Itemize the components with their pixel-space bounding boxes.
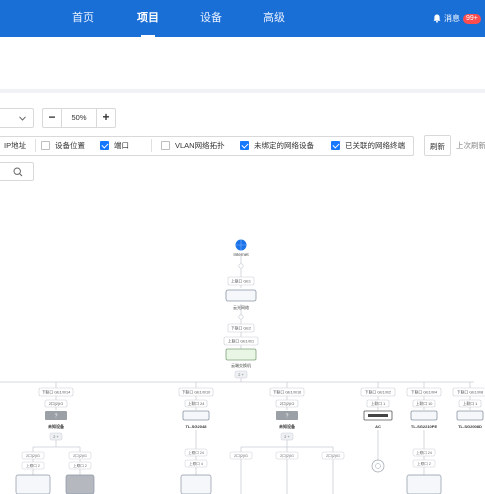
branch-down-port: 下联口 GE1/0/4 bbox=[411, 390, 437, 395]
core-switch-node[interactable]: 上联口 GE1/0/1 云端交换机 2 + bbox=[223, 336, 259, 379]
unbound-devices-checkbox[interactable] bbox=[240, 141, 249, 150]
sub-port-label: 上联口 24 bbox=[416, 450, 432, 455]
associated-terminals-checkbox[interactable] bbox=[331, 141, 340, 150]
message-count-badge: 99+ bbox=[463, 13, 481, 24]
search-input[interactable] bbox=[0, 162, 34, 181]
gateway-up-port: 上联口 GE1 bbox=[231, 279, 251, 284]
router-icon bbox=[225, 289, 257, 302]
branch-label: AC bbox=[375, 424, 381, 429]
device-position-label: 设备位置 bbox=[55, 141, 85, 150]
nav-project[interactable]: 项目 bbox=[137, 0, 159, 37]
question-mark-icon: ? bbox=[286, 414, 289, 420]
sub-port-label: 上联口 2 bbox=[26, 463, 40, 468]
gateway-down-port: 下联口 GE2 bbox=[231, 326, 251, 331]
branch-up-port: 上联口 24 bbox=[188, 401, 205, 406]
switch-icon bbox=[410, 410, 438, 421]
sub-port-label: 上联口 2 bbox=[417, 461, 431, 466]
divider bbox=[35, 139, 36, 152]
branch-label: TL-SG2048 bbox=[186, 424, 208, 429]
switch-icon bbox=[225, 348, 257, 361]
branch-up-port: 2口(2)IG bbox=[49, 402, 64, 406]
branch-down-port: 下联口 GE1/0/14 bbox=[42, 390, 71, 395]
search-icon bbox=[13, 167, 23, 177]
nav-device[interactable]: 设备 bbox=[200, 0, 222, 37]
switch-icon bbox=[182, 410, 210, 421]
sub-port-label: 2口(2)IG bbox=[234, 454, 248, 458]
sub-port-label: 2口(2)IG bbox=[326, 454, 340, 458]
nav-advanced[interactable]: 高级 bbox=[263, 0, 285, 37]
link-port-dot bbox=[238, 314, 244, 320]
branch-up-port: 上联口 10 bbox=[416, 401, 433, 406]
sub-port-label: 2口(2)IG bbox=[26, 454, 40, 458]
internet-label: Internet bbox=[233, 252, 249, 257]
switch-icon[interactable] bbox=[65, 474, 95, 494]
message-label: 消息 bbox=[444, 14, 460, 23]
branch-up-port: 上联口 1 bbox=[371, 401, 386, 406]
section-divider bbox=[0, 89, 485, 93]
branch-node[interactable]: 下联口 GE1/0/14 2口(2)IG? 未知设备 2 + bbox=[38, 387, 74, 441]
branch-down-port: 下联口 GE1/0/2 bbox=[365, 390, 391, 395]
branch-down-port: 下联口 GE1/0/16 bbox=[273, 390, 302, 395]
branch-node[interactable]: 下联口 GE1/0/8 上联口 1 TL-SG2008D bbox=[452, 387, 485, 429]
sub-port-label: 上联口 2 bbox=[73, 463, 87, 468]
branch-down-port: 下联口 GE1/0/10 bbox=[182, 390, 211, 395]
switch-icon[interactable] bbox=[406, 474, 442, 494]
internet-node[interactable]: Internet bbox=[233, 239, 249, 258]
question-mark-icon: ? bbox=[55, 414, 58, 420]
refresh-button[interactable]: 刷新 bbox=[424, 135, 451, 156]
sub-port-label: 上联口 24 bbox=[188, 450, 204, 455]
zoom-control: − 50% + bbox=[42, 108, 116, 128]
top-navigation-bar: 首页 项目 设备 高级 消息 99+ bbox=[0, 0, 485, 37]
core-label: 云端交换机 bbox=[231, 362, 251, 368]
sub-port-label: 上联口 4 bbox=[189, 461, 203, 466]
port-label: 端口 bbox=[114, 141, 129, 150]
branch-badge: 2 + bbox=[284, 435, 290, 439]
device-position-checkbox[interactable] bbox=[41, 141, 50, 150]
unbound-devices-label: 未绑定的网络设备 bbox=[254, 141, 314, 150]
chevron-down-icon bbox=[19, 116, 26, 121]
branch-label: 未知设备 bbox=[278, 423, 296, 429]
zoom-in-button[interactable]: + bbox=[96, 109, 115, 127]
branch-up-port: 2口(2)IG bbox=[280, 402, 295, 406]
branch-label: TL-SG2008D bbox=[458, 424, 482, 429]
switch-icon[interactable] bbox=[15, 474, 51, 494]
zoom-level: 50% bbox=[71, 113, 87, 122]
branch-badge: 2 + bbox=[53, 435, 59, 439]
vlan-topology-label: VLAN网络拓扑 bbox=[175, 141, 225, 150]
branch-nodes: 下联口 GE1/0/14 2口(2)IG? 未知设备 2 + 下联口 GE1/0/10 上… bbox=[38, 387, 485, 441]
zoom-out-button[interactable]: − bbox=[43, 109, 62, 127]
view-select[interactable] bbox=[0, 108, 34, 128]
branch-label: TL-SG2210PE bbox=[411, 424, 438, 429]
divider bbox=[151, 139, 152, 152]
branch-node[interactable]: 下联口 GE1/0/16 2口(2)IG? 未知设备 2 + bbox=[269, 387, 305, 441]
bell-icon bbox=[433, 14, 441, 23]
refresh-label: 刷新 bbox=[430, 142, 445, 151]
last-refresh-label: 上次刷新 bbox=[456, 141, 485, 150]
sub-port-label: 2口(2)IG bbox=[73, 454, 87, 458]
message-center[interactable]: 消息 99+ bbox=[433, 0, 481, 37]
link-port-dot bbox=[238, 263, 244, 269]
gateway-label: 云光网络 bbox=[233, 304, 249, 310]
branch-label: 未知设备 bbox=[47, 423, 65, 429]
access-point-icon[interactable] bbox=[371, 459, 385, 473]
sub-port-label: 2口(2)IG bbox=[280, 454, 294, 458]
switch-icon bbox=[456, 410, 484, 421]
branch-down-port: 下联口 GE1/0/8 bbox=[457, 390, 483, 395]
network-topology-canvas: Internet 上联口 GE1 云光网络 下联口 GE2 上联口 GE1/0/… bbox=[0, 239, 485, 494]
vlan-topology-checkbox[interactable] bbox=[161, 141, 170, 150]
nav-home[interactable]: 首页 bbox=[72, 0, 94, 37]
associated-terminals-label: 已关联的网络终端 bbox=[345, 141, 405, 150]
core-badge: 2 + bbox=[238, 373, 244, 377]
port-row bbox=[368, 414, 388, 417]
ip-address-label: IP地址 bbox=[4, 141, 27, 150]
core-up-port: 上联口 GE1/0/1 bbox=[228, 339, 254, 344]
switch-icon[interactable] bbox=[180, 474, 212, 494]
port-checkbox[interactable] bbox=[100, 141, 109, 150]
branch-up-port: 上联口 1 bbox=[463, 401, 478, 406]
gateway-node[interactable]: 上联口 GE1 云光网络 下联口 GE2 bbox=[225, 276, 257, 333]
